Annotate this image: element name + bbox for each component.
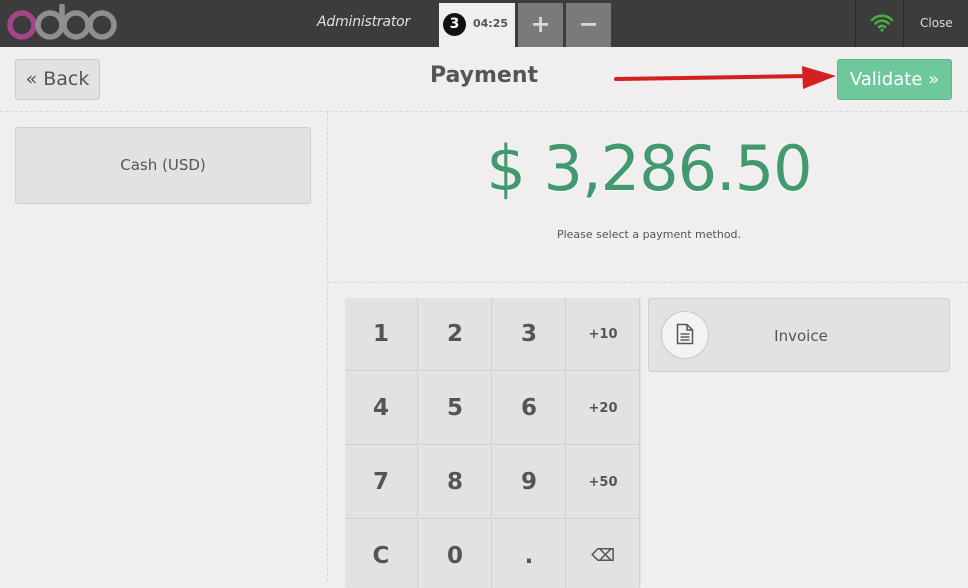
numpad-key-0[interactable]: 0 (419, 520, 492, 588)
numpad-key-1[interactable]: 1 (345, 298, 418, 371)
close-button[interactable]: Close (920, 16, 953, 30)
delete-order-button[interactable]: − (566, 3, 611, 47)
numpad-key-plus10[interactable]: +10 (567, 298, 640, 371)
numpad: 1 2 3 +10 4 5 6 +20 7 8 9 +50 C 0 . ⌫ (345, 298, 641, 588)
numpad-key-9[interactable]: 9 (493, 446, 566, 519)
validate-button[interactable]: Validate » (837, 59, 952, 100)
numpad-key-3[interactable]: 3 (493, 298, 566, 371)
order-time: 04:25 (473, 17, 509, 30)
invoice-label: Invoice (774, 327, 828, 345)
numpad-key-plus20[interactable]: +20 (567, 372, 640, 445)
payment-method-cash[interactable]: Cash (USD) (15, 127, 311, 204)
divider (855, 0, 856, 47)
wifi-icon (870, 14, 894, 32)
column-divider (327, 112, 328, 581)
divider (903, 0, 904, 47)
numpad-key-6[interactable]: 6 (493, 372, 566, 445)
top-bar: Administrator 3 04:25 + − Close (0, 0, 968, 47)
document-icon (676, 323, 694, 345)
numpad-key-clear[interactable]: C (345, 520, 418, 588)
username: Administrator (317, 14, 411, 30)
payment-hint: Please select a payment method. (556, 228, 742, 241)
odoo-logo (7, 4, 117, 40)
numpad-key-8[interactable]: 8 (419, 446, 492, 519)
numpad-key-5[interactable]: 5 (419, 372, 492, 445)
invoice-button[interactable]: Invoice (648, 298, 950, 372)
new-order-button[interactable]: + (518, 3, 563, 47)
red-arrow-annotation (614, 66, 836, 89)
order-number-badge: 3 (443, 13, 466, 36)
summary-divider (328, 282, 968, 283)
numpad-key-plus50[interactable]: +50 (567, 446, 640, 519)
numpad-key-2[interactable]: 2 (419, 298, 492, 371)
numpad-key-7[interactable]: 7 (345, 446, 418, 519)
payment-total: $ 3,286.50 (486, 132, 812, 205)
invoice-icon-container (661, 311, 709, 359)
backspace-icon[interactable]: ⌫ (567, 520, 640, 588)
numpad-key-decimal[interactable]: . (493, 520, 566, 588)
numpad-key-4[interactable]: 4 (345, 372, 418, 445)
header-divider (0, 111, 968, 112)
back-button[interactable]: « Back (15, 59, 100, 100)
order-tab[interactable]: 3 04:25 (439, 3, 515, 47)
